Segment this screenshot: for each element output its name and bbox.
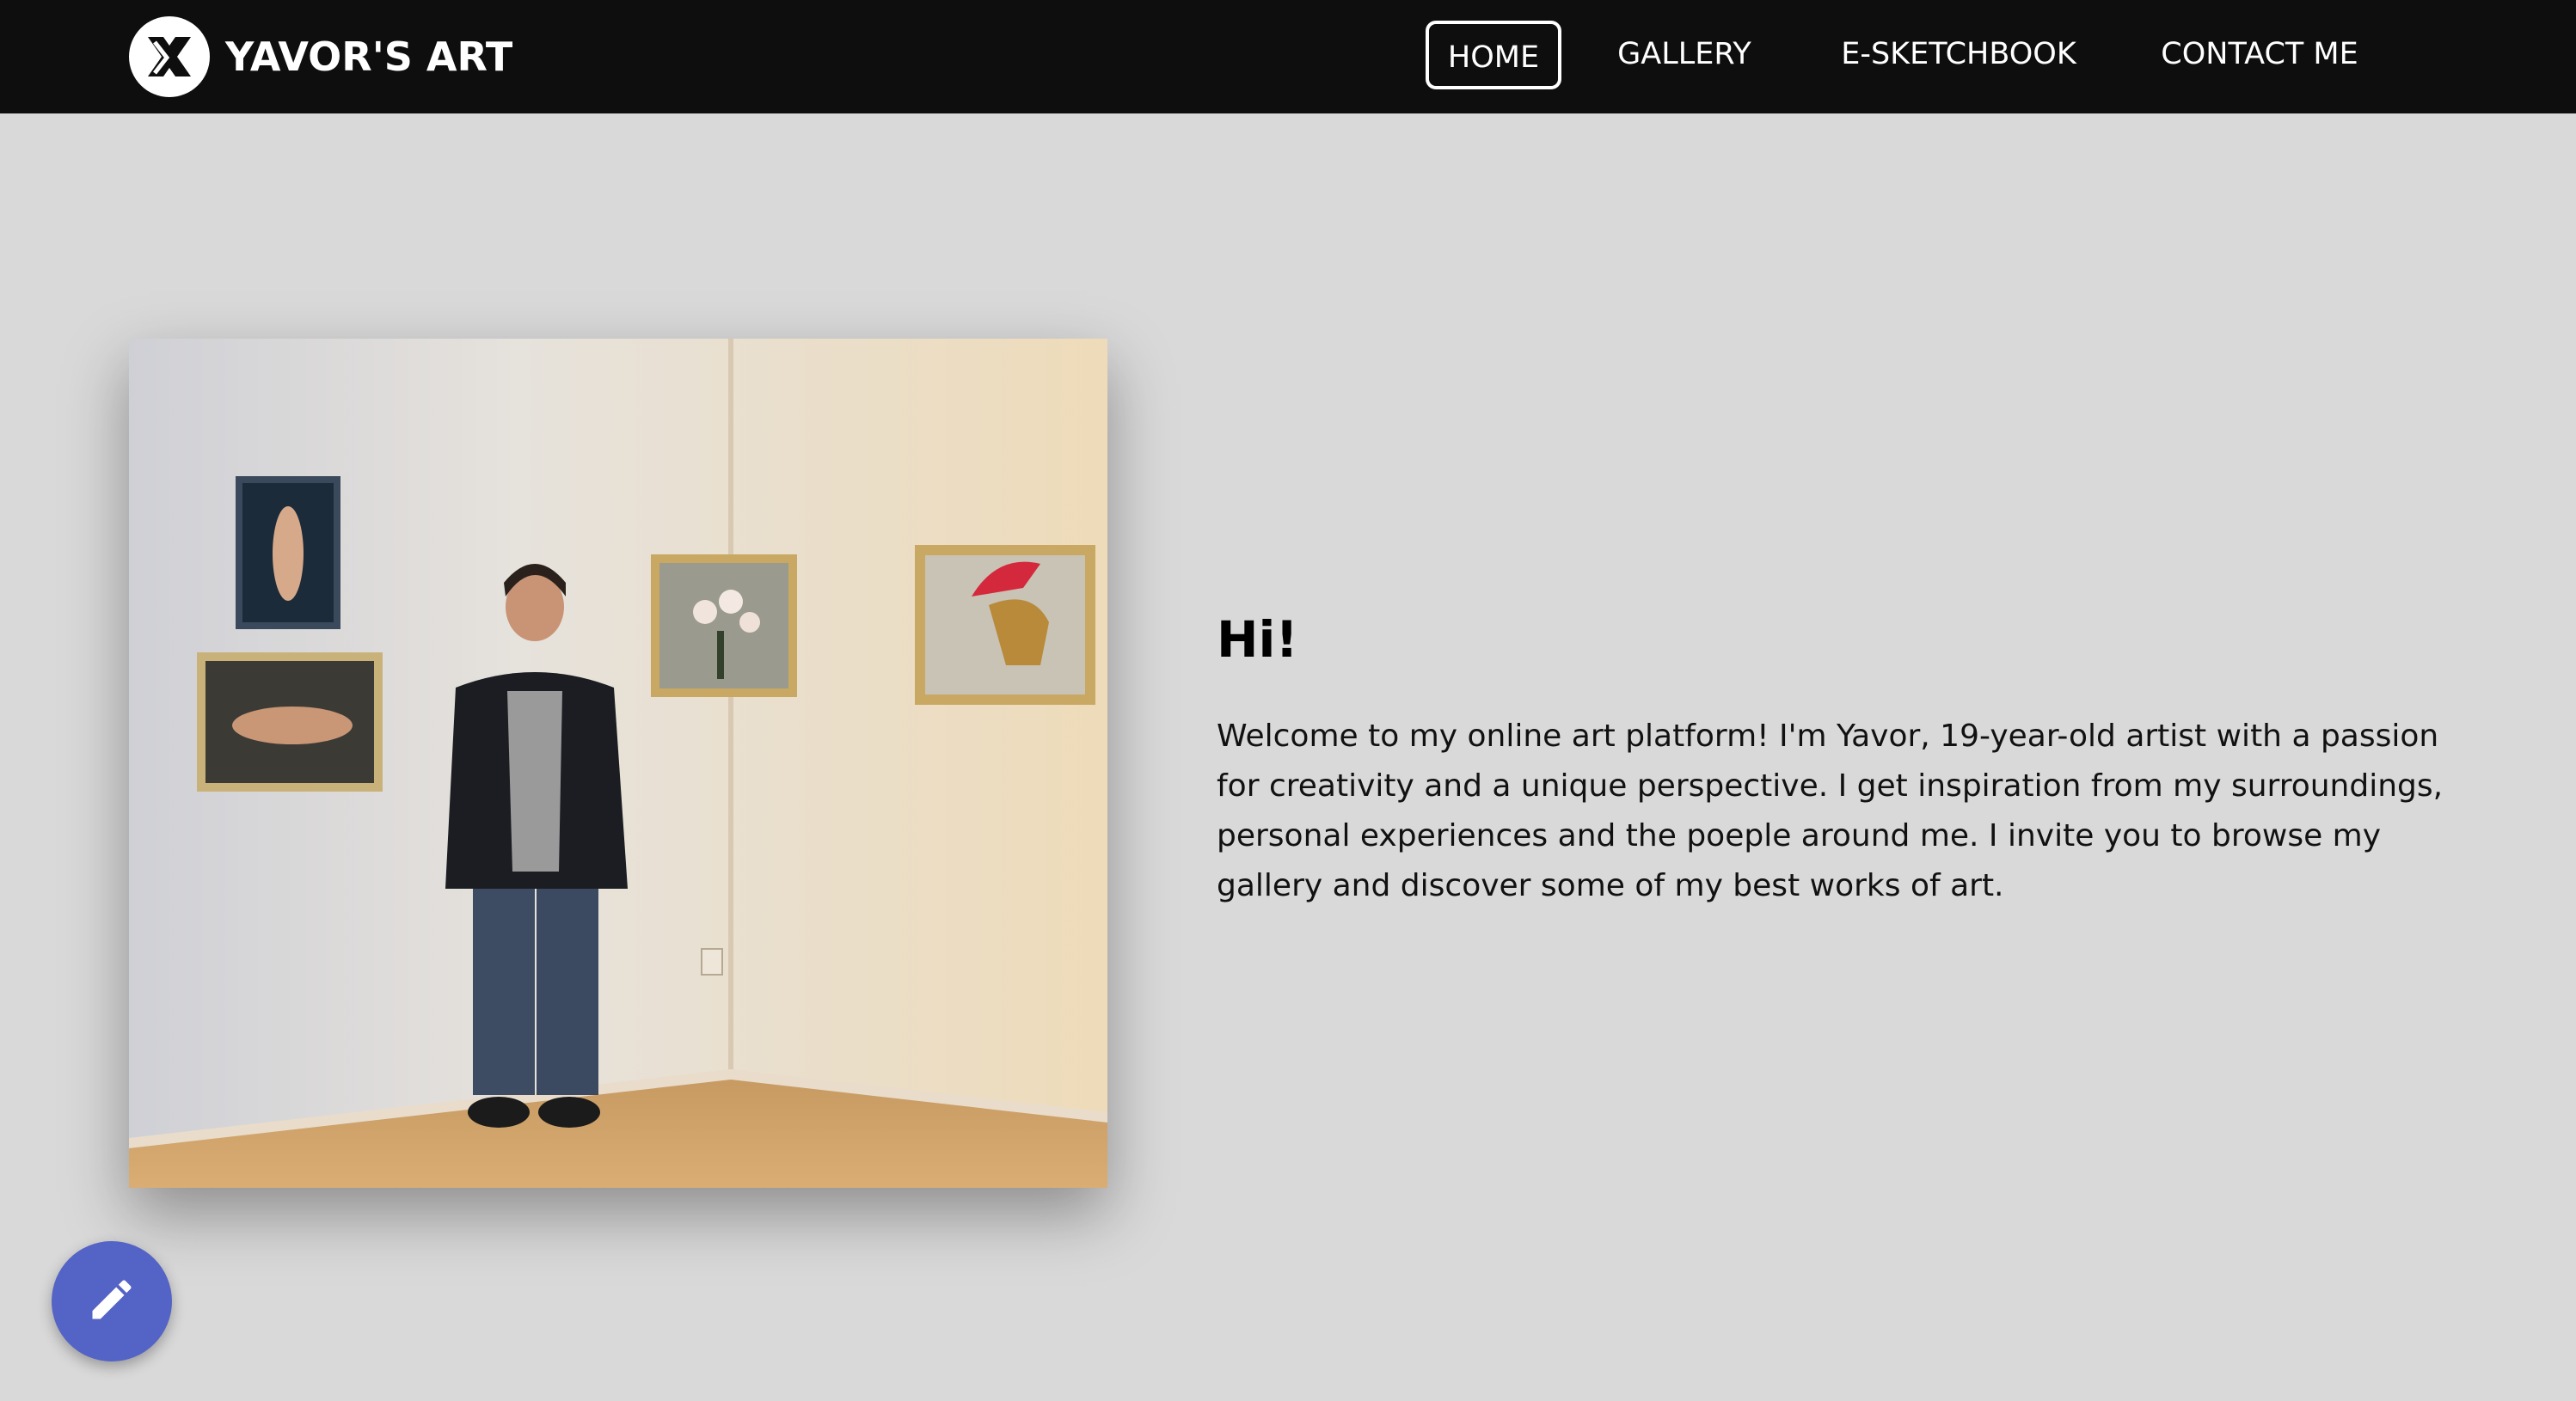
yx-monogram-icon [129,16,210,97]
top-navigation-bar: YAVOR'S ART HOME GALLERY E-SKETCHBOOK CO… [0,0,2576,113]
intro-paragraph: Welcome to my online art platform! I'm Y… [1217,719,2444,903]
nav-gallery[interactable]: GALLERY [1596,21,1773,89]
nav-home[interactable]: HOME [1426,21,1561,89]
pencil-icon [86,1274,138,1329]
nav-e-sketchbook[interactable]: E-SKETCHBOOK [1811,21,2107,89]
edit-button[interactable] [52,1241,172,1361]
nav-contact-me[interactable]: CONTACT ME [2141,21,2378,89]
artist-photo [129,339,1107,1188]
brand-logo-link[interactable]: YAVOR'S ART [129,15,512,98]
greeting-heading: Hi! [1217,610,1298,669]
brand-name: YAVOR'S ART [225,34,513,80]
